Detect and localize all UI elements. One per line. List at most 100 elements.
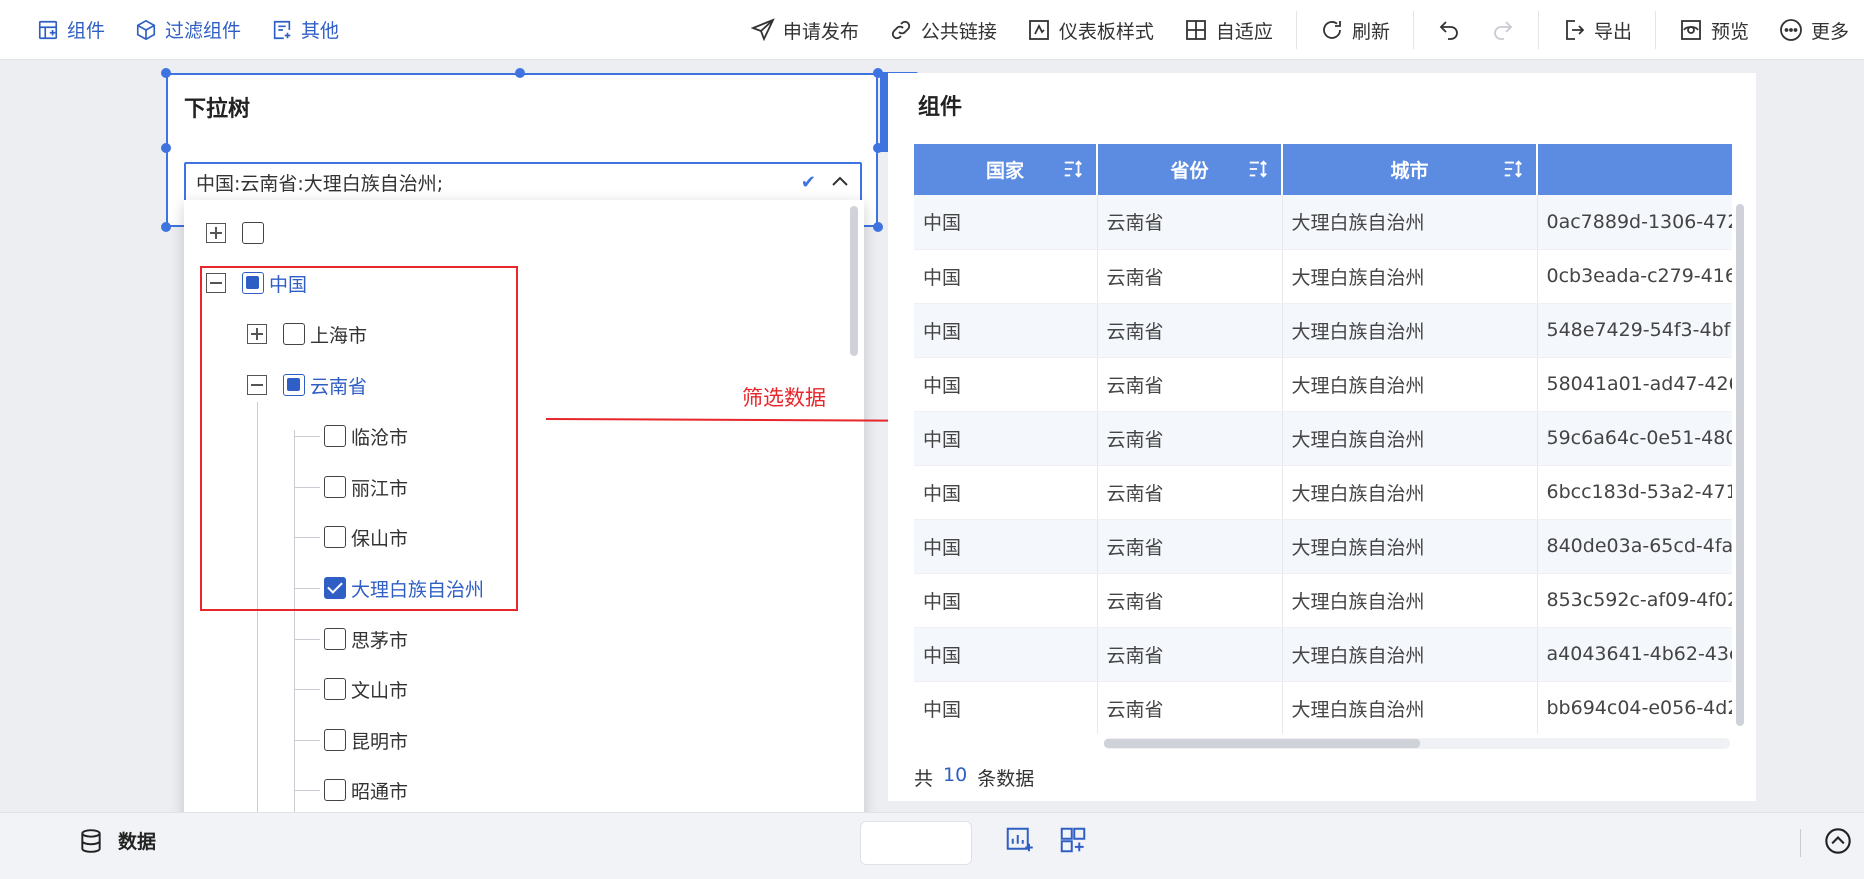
checkbox[interactable]: [324, 476, 346, 498]
tree-row-root[interactable]: [206, 217, 269, 249]
tree-row-city[interactable]: 昆明市: [324, 724, 408, 756]
tree-row-city[interactable]: 大理白族自治州: [324, 572, 484, 604]
checkbox[interactable]: [324, 779, 346, 801]
checkbox[interactable]: [324, 526, 346, 548]
preview-button[interactable]: 预览: [1664, 0, 1764, 60]
table-row[interactable]: 中国 云南省 大理白族自治州 a4043641-4b62-43cb: [914, 627, 1732, 682]
sort-icon[interactable]: [1062, 158, 1084, 180]
tree-label: 文山市: [351, 679, 409, 702]
vertical-scrollbar[interactable]: [1736, 204, 1744, 726]
add-chart-icon[interactable]: [1004, 825, 1034, 855]
checkbox[interactable]: [324, 729, 346, 751]
table-cell: 中国: [914, 465, 1098, 520]
more-button[interactable]: 更多: [1764, 0, 1864, 60]
table-cell: 中国: [914, 627, 1098, 682]
resize-handle[interactable]: [161, 222, 171, 232]
undo-button[interactable]: [1422, 0, 1476, 60]
horizontal-scrollbar[interactable]: [1104, 739, 1420, 748]
table-cell: 0ac7889d-1306-4721: [1537, 195, 1732, 250]
tree-row-city[interactable]: 保山市: [324, 521, 408, 553]
expand-icon[interactable]: [247, 324, 267, 344]
table-row[interactable]: 中国 云南省 大理白族自治州 840de03a-65cd-4fa9: [914, 519, 1732, 574]
checkbox[interactable]: [324, 425, 346, 447]
expand-icon[interactable]: [206, 223, 226, 243]
tree-label: 思茅市: [351, 629, 409, 652]
add-layout-icon[interactable]: [1058, 825, 1088, 855]
database-icon: [81, 828, 101, 853]
table-header-row: 国家 省份 城市: [914, 144, 1732, 195]
tree-row-city[interactable]: 昭通市: [324, 774, 408, 806]
add-widget-button[interactable]: 组件: [22, 0, 120, 60]
tree-label: 上海市: [310, 324, 368, 347]
checkbox-indeterminate[interactable]: [242, 272, 264, 294]
table-cell: 中国: [914, 519, 1098, 574]
tree-row-city[interactable]: 临沧市: [324, 420, 408, 452]
sort-icon[interactable]: [1247, 158, 1269, 180]
collapse-icon[interactable]: [247, 375, 267, 395]
column-header-country[interactable]: 国家: [914, 144, 1098, 195]
chevron-up-circle-icon[interactable]: [1824, 827, 1852, 855]
tree-label: 昭通市: [351, 780, 409, 803]
table-row[interactable]: 中国 云南省 大理白族自治州 0cb3eada-c279-4167: [914, 249, 1732, 304]
dashboard-style-button[interactable]: 仪表板样式: [1012, 0, 1169, 60]
column-header-id[interactable]: [1537, 144, 1732, 195]
column-header-city[interactable]: 城市: [1282, 144, 1538, 195]
table-row[interactable]: 中国云南省大理白族自治州58041a01-ad47-4263: [914, 357, 1732, 412]
tree-row-shanghai[interactable]: 上海市: [247, 318, 367, 350]
tree-row-yunnan[interactable]: 云南省: [247, 369, 367, 401]
adaptive-label: 自适应: [1215, 20, 1273, 43]
checkbox-indeterminate[interactable]: [283, 374, 305, 396]
table-cell: 云南省: [1097, 519, 1283, 574]
checkbox-checked[interactable]: [324, 577, 346, 599]
data-tab[interactable]: 数据: [78, 827, 156, 854]
bottom-bar: 数据: [0, 812, 1864, 879]
count-prefix: 共: [914, 768, 934, 790]
chevron-up-icon[interactable]: [828, 170, 852, 194]
table-cell: bb694c04-e056-4d27: [1537, 681, 1732, 734]
collapse-icon[interactable]: [206, 273, 226, 293]
table-row[interactable]: 中国 云南省 大理白族自治州 0ac7889d-1306-4721: [914, 195, 1732, 250]
tree-row-city[interactable]: 思茅市: [324, 623, 408, 655]
checkbox[interactable]: [242, 222, 264, 244]
tree-guide-line: [294, 689, 320, 690]
filter-widget-button[interactable]: 过滤组件: [120, 0, 256, 60]
sort-icon[interactable]: [1502, 158, 1524, 180]
resize-handle[interactable]: [161, 68, 171, 78]
table-row[interactable]: 中国 云南省 大理白族自治州 bb694c04-e056-4d27: [914, 681, 1732, 734]
other-button[interactable]: 其他: [256, 0, 354, 60]
tree-guide-line: [294, 588, 320, 589]
table-row[interactable]: 中国 云南省 大理白族自治州 6bcc183d-53a2-4713: [914, 465, 1732, 520]
top-toolbar: 组件 过滤组件 其他 申请发布 公共链接 仪表板样式 自适应 刷新 导出 预览 …: [0, 0, 1864, 60]
bottom-input-box[interactable]: [860, 821, 972, 865]
table-row[interactable]: 中国 云南省 大理白族自治州 59c6a64c-0e51-480a: [914, 411, 1732, 466]
publish-request-button[interactable]: 申请发布: [736, 0, 874, 60]
send-icon: [750, 18, 775, 42]
table-cell: 0cb3eada-c279-4167: [1537, 249, 1732, 304]
tree-select-input[interactable]: 中国:云南省:大理白族自治州; ✔: [184, 162, 862, 202]
export-button[interactable]: 导出: [1547, 0, 1647, 60]
table-cell: 大理白族自治州: [1282, 573, 1538, 628]
tree-row-city[interactable]: 丽江市: [324, 471, 408, 503]
checkbox[interactable]: [283, 323, 305, 345]
resize-handle[interactable]: [873, 222, 883, 232]
export-icon: [1566, 20, 1585, 40]
checkbox[interactable]: [324, 628, 346, 650]
dropdown-scrollbar[interactable]: [850, 206, 858, 356]
resize-handle[interactable]: [161, 143, 171, 153]
tree-label: 中国: [269, 273, 308, 296]
refresh-button[interactable]: 刷新: [1305, 0, 1405, 60]
table-widget: 组件 国家 省份 城市 中国 云南省 大理白族自治州 0ac7889d-1306-47…: [888, 73, 1756, 801]
table-cell: 云南省: [1097, 681, 1283, 734]
redo-button[interactable]: [1476, 0, 1530, 60]
table-row[interactable]: 中国 云南省 大理白族自治州 853c592c-af09-4f02-: [914, 573, 1732, 628]
tree-guide-line: [294, 487, 320, 488]
table-row[interactable]: 中国 云南省 大理白族自治州 548e7429-54f3-4bf1: [914, 303, 1732, 358]
adaptive-button[interactable]: 自适应: [1169, 0, 1288, 60]
column-header-province[interactable]: 省份: [1097, 144, 1283, 195]
tree-row-country[interactable]: 中国: [206, 267, 307, 299]
tree-row-city[interactable]: 文山市: [324, 673, 408, 705]
checkbox[interactable]: [324, 678, 346, 700]
resize-handle[interactable]: [515, 68, 525, 78]
public-link-button[interactable]: 公共链接: [874, 0, 1012, 60]
table-cell: 中国: [914, 573, 1098, 628]
